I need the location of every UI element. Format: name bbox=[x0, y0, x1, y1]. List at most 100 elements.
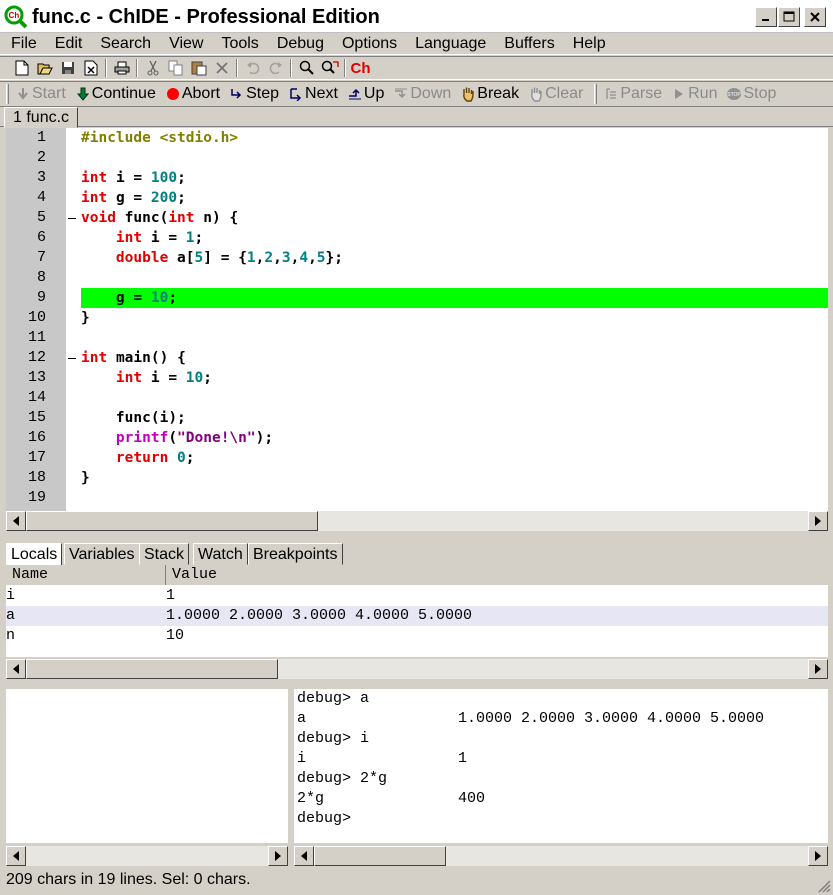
code-line[interactable]: 3 int i = 100; bbox=[6, 168, 828, 188]
maximize-button[interactable] bbox=[778, 7, 800, 27]
scroll-right-button[interactable] bbox=[268, 846, 288, 866]
fold-marker-icon[interactable] bbox=[68, 358, 76, 359]
code-line[interactable]: 7 double a[5] = {1,2,3,4,5}; bbox=[6, 248, 828, 268]
print-icon[interactable] bbox=[110, 57, 133, 79]
find-icon[interactable] bbox=[295, 57, 318, 79]
stop-button[interactable]: STOP Stop bbox=[726, 85, 776, 103]
output-pane[interactable] bbox=[6, 689, 288, 843]
tab-stack[interactable]: Stack bbox=[139, 543, 190, 565]
menu-help[interactable]: Help bbox=[564, 34, 615, 54]
locals-horizontal-scrollbar[interactable] bbox=[6, 659, 828, 679]
code-line[interactable]: 15 func(i); bbox=[6, 408, 828, 428]
locals-row[interactable]: i 1 bbox=[6, 586, 828, 606]
close-file-icon[interactable] bbox=[79, 57, 102, 79]
maximize-icon bbox=[783, 11, 795, 22]
tab-breakpoints[interactable]: Breakpoints bbox=[248, 543, 343, 565]
code-line[interactable]: 17 return 0; bbox=[6, 448, 828, 468]
code-line[interactable]: 9 g = 10; bbox=[6, 288, 828, 308]
code-line[interactable]: 10} bbox=[6, 308, 828, 328]
output-horizontal-scrollbar[interactable] bbox=[6, 846, 288, 866]
toolbar-grip[interactable] bbox=[594, 84, 598, 104]
save-icon[interactable] bbox=[56, 57, 79, 79]
line-number: 14 bbox=[27, 389, 46, 406]
code-line[interactable]: 1 #include <stdio.h> bbox=[6, 128, 828, 148]
up-button[interactable]: Up bbox=[347, 85, 384, 103]
locals-row[interactable]: n 10 bbox=[6, 626, 828, 646]
menu-search[interactable]: Search bbox=[91, 34, 160, 54]
scroll-left-button[interactable] bbox=[6, 659, 26, 679]
code-line[interactable]: 16 printf("Done!\n"); bbox=[6, 428, 828, 448]
menu-tools[interactable]: Tools bbox=[212, 34, 267, 54]
toolbar-grip[interactable] bbox=[6, 84, 9, 104]
copy-icon[interactable] bbox=[164, 57, 187, 79]
code-line[interactable]: 4 int g = 200; bbox=[6, 188, 828, 208]
continue-button[interactable]: Continue bbox=[75, 85, 156, 103]
title-bar[interactable]: Ch func.c - ChIDE - Professional Edition bbox=[0, 0, 833, 33]
ch-icon[interactable]: Ch bbox=[349, 57, 372, 79]
paste-icon[interactable] bbox=[187, 57, 210, 79]
scroll-thumb[interactable] bbox=[26, 511, 318, 531]
menu-view[interactable]: View bbox=[160, 34, 212, 54]
column-header-name[interactable]: Name bbox=[6, 565, 166, 585]
column-header-value[interactable]: Value bbox=[166, 565, 828, 585]
editor-horizontal-scrollbar[interactable] bbox=[6, 511, 828, 531]
code-line[interactable]: 12 int main() { bbox=[6, 348, 828, 368]
run-button[interactable]: Run bbox=[671, 85, 717, 103]
clear-button[interactable]: Clear bbox=[528, 85, 583, 103]
code-text: #include <stdio.h> bbox=[81, 130, 239, 146]
tab-watch[interactable]: Watch bbox=[193, 543, 248, 565]
tab-variables[interactable]: Variables bbox=[64, 543, 140, 565]
menu-file[interactable]: File bbox=[0, 34, 46, 54]
code-line[interactable]: 11 bbox=[6, 328, 828, 348]
minimize-button[interactable] bbox=[755, 7, 777, 27]
scroll-right-button[interactable] bbox=[808, 659, 828, 679]
console-horizontal-scrollbar[interactable] bbox=[294, 846, 828, 866]
locals-list[interactable]: Name Value i 1 a 1.0000 2.0000 3.0000 4.… bbox=[6, 565, 828, 657]
code-line[interactable]: 19 bbox=[6, 488, 828, 508]
delete-icon[interactable] bbox=[210, 57, 233, 79]
menu-language[interactable]: Language bbox=[406, 34, 495, 54]
file-tab-func-c[interactable]: 1 func.c bbox=[4, 107, 79, 128]
break-button[interactable]: Break bbox=[460, 85, 519, 103]
code-line[interactable]: 8 bbox=[6, 268, 828, 288]
replace-icon[interactable] bbox=[318, 57, 341, 79]
resize-grip-icon[interactable] bbox=[817, 879, 831, 893]
scroll-right-button[interactable] bbox=[808, 511, 828, 531]
menu-debug[interactable]: Debug bbox=[268, 34, 333, 54]
undo-icon[interactable] bbox=[241, 57, 264, 79]
code-line[interactable]: 5 void func(int n) { bbox=[6, 208, 828, 228]
menu-edit[interactable]: Edit bbox=[46, 34, 92, 54]
close-button[interactable] bbox=[804, 7, 826, 27]
code-line[interactable]: 6 int i = 1; bbox=[6, 228, 828, 248]
parse-button[interactable]: Parse bbox=[603, 85, 662, 103]
console-prompt[interactable]: debug> bbox=[297, 809, 351, 829]
scroll-right-button[interactable] bbox=[808, 846, 828, 866]
open-file-icon[interactable] bbox=[33, 57, 56, 79]
start-button[interactable]: Start bbox=[15, 85, 66, 103]
step-button[interactable]: Step bbox=[229, 85, 279, 103]
fold-marker-icon[interactable] bbox=[68, 218, 76, 219]
down-button[interactable]: Down bbox=[393, 85, 451, 103]
code-line[interactable]: 18} bbox=[6, 468, 828, 488]
debug-console[interactable]: debug> a a 1.0000 2.0000 3.0000 4.0000 5.… bbox=[294, 689, 828, 843]
redo-icon[interactable] bbox=[264, 57, 287, 79]
locals-row[interactable]: a 1.0000 2.0000 3.0000 4.0000 5.0000 bbox=[6, 606, 828, 626]
scroll-left-button[interactable] bbox=[6, 846, 26, 866]
next-button[interactable]: Next bbox=[288, 85, 338, 103]
scroll-left-button[interactable] bbox=[294, 846, 314, 866]
scroll-thumb[interactable] bbox=[314, 846, 446, 866]
code-editor[interactable]: 1 #include <stdio.h> 2 3 int i = 100; 4 int g … bbox=[6, 128, 828, 511]
scroll-thumb[interactable] bbox=[26, 659, 278, 679]
scroll-left-button[interactable] bbox=[6, 511, 26, 531]
code-line[interactable]: 2 bbox=[6, 148, 828, 168]
new-file-icon[interactable] bbox=[10, 57, 33, 79]
code-line[interactable]: 14 bbox=[6, 388, 828, 408]
menu-options[interactable]: Options bbox=[333, 34, 406, 54]
cut-icon[interactable] bbox=[141, 57, 164, 79]
window-title: func.c - ChIDE - Professional Edition bbox=[32, 6, 380, 28]
abort-button[interactable]: Abort bbox=[165, 85, 220, 103]
up-icon bbox=[347, 86, 363, 102]
code-line[interactable]: 13 int i = 10; bbox=[6, 368, 828, 388]
menu-buffers[interactable]: Buffers bbox=[495, 34, 563, 54]
tab-locals[interactable]: Locals bbox=[6, 543, 63, 565]
